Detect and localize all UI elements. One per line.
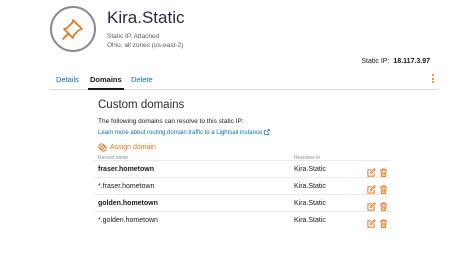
- row-actions: [367, 164, 388, 177]
- row-actions: [367, 181, 388, 194]
- static-ip-readout: Static IP: 18.117.3.97: [361, 58, 430, 65]
- tab-bar: Details Domains Delete: [50, 72, 438, 90]
- tab-delete[interactable]: Delete: [131, 75, 153, 84]
- attachment-status: Static IP, Attached: [107, 33, 160, 40]
- more-actions-icon[interactable]: [430, 73, 436, 85]
- record-name: *.fraser.hometown: [98, 183, 155, 190]
- table-row: *.golden.hometown Kira.Static: [94, 211, 391, 228]
- domains-table: fraser.hometown Kira.Static *.fraser.hom…: [94, 160, 391, 228]
- trash-icon[interactable]: [379, 215, 388, 228]
- pushpin-icon: [50, 6, 96, 52]
- assign-domain-icon: [98, 143, 107, 152]
- custom-domains-heading: Custom domains: [98, 99, 185, 111]
- record-name: *.golden.hometown: [98, 217, 158, 224]
- resolves-to: Kira.Static: [294, 200, 326, 207]
- row-actions: [367, 215, 388, 228]
- region-label: Ohio, all zones (us-east-2): [107, 42, 184, 49]
- row-actions: [367, 198, 388, 211]
- tab-domains[interactable]: Domains: [88, 75, 124, 90]
- page-title: Kira.Static: [107, 8, 185, 27]
- assign-domain-label: Assign domain: [110, 144, 156, 151]
- learn-more-link[interactable]: Learn more about routing domain traffic …: [98, 129, 271, 137]
- custom-domains-description: The following domains can resolve to thi…: [98, 118, 244, 125]
- edit-icon[interactable]: [367, 215, 376, 228]
- learn-more-text: Learn more about routing domain traffic …: [98, 130, 263, 136]
- table-row: *.fraser.hometown Kira.Static: [94, 177, 391, 194]
- assign-domain-button[interactable]: Assign domain: [98, 143, 156, 152]
- static-ip-value: 18.117.3.97: [393, 58, 430, 65]
- table-row: fraser.hometown Kira.Static: [94, 160, 391, 177]
- static-ip-page: Kira.Static Static IP, Attached Ohio, al…: [0, 0, 474, 269]
- external-link-icon: [264, 129, 271, 137]
- resolves-to: Kira.Static: [294, 166, 326, 173]
- tab-details[interactable]: Details: [56, 75, 79, 84]
- trash-icon[interactable]: [379, 164, 388, 177]
- edit-icon[interactable]: [367, 164, 376, 177]
- record-name: fraser.hometown: [98, 166, 155, 173]
- table-row: golden.hometown Kira.Static: [94, 194, 391, 211]
- resolves-to: Kira.Static: [294, 217, 326, 224]
- record-name: golden.hometown: [98, 200, 158, 207]
- edit-icon[interactable]: [367, 181, 376, 194]
- static-ip-label: Static IP:: [361, 58, 390, 65]
- trash-icon[interactable]: [379, 198, 388, 211]
- edit-icon[interactable]: [367, 198, 376, 211]
- trash-icon[interactable]: [379, 181, 388, 194]
- resolves-to: Kira.Static: [294, 183, 326, 190]
